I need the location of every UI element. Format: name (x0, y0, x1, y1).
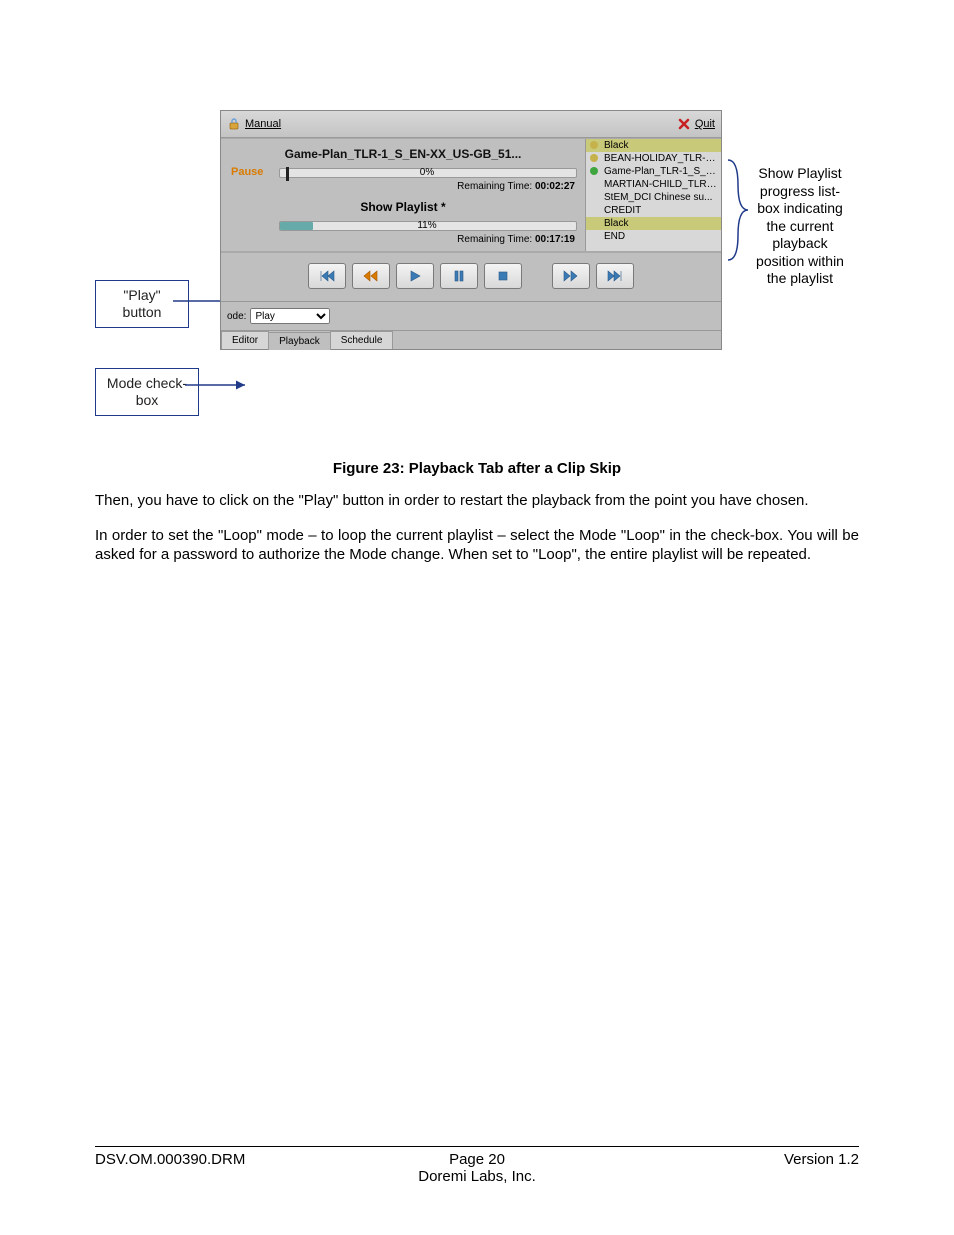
paragraph-1: Then, you have to click on the "Play" bu… (95, 491, 859, 511)
clip-title: Game-Plan_TLR-1_S_EN-XX_US-GB_51... (231, 147, 575, 161)
progress-pane: Game-Plan_TLR-1_S_EN-XX_US-GB_51... Paus… (221, 139, 585, 251)
lock-icon (227, 117, 241, 131)
list-item[interactable]: Black (586, 139, 721, 152)
skip-back-button[interactable] (308, 263, 346, 289)
list-item[interactable]: CREDIT (586, 204, 721, 217)
tab-editor[interactable]: Editor (221, 331, 269, 349)
manual-link[interactable]: Manual (245, 118, 677, 130)
stop-button[interactable] (484, 263, 522, 289)
paragraph-2: In order to set the "Loop" mode – to loo… (95, 526, 859, 565)
transport-bar (221, 252, 721, 301)
clip-progress-pct: 0% (420, 167, 434, 178)
status-label: Pause (231, 166, 279, 178)
figure-23: "Play" button Mode check-box Show Playli… (95, 110, 859, 440)
play-button[interactable] (396, 263, 434, 289)
skip-forward-button[interactable] (596, 263, 634, 289)
list-item[interactable]: Game-Plan_TLR-1_S_E... (586, 165, 721, 178)
playlist-listbox[interactable]: BlackBEAN-HOLIDAY_TLR-1R...Game-Plan_TLR… (585, 139, 721, 251)
list-item[interactable]: END (586, 230, 721, 243)
clip-remaining: Remaining Time: 00:02:27 (231, 181, 575, 192)
list-item[interactable]: StEM_DCI Chinese su... (586, 191, 721, 204)
callout-play-button: "Play" button (95, 280, 189, 328)
playback-window: Manual Quit Game-Plan_TLR-1_S_EN-XX_US-G… (220, 110, 722, 350)
fast-forward-button[interactable] (552, 263, 590, 289)
footer-center: Page 20Doremi Labs, Inc. (350, 1151, 605, 1185)
mode-label: ode: (227, 311, 246, 322)
list-item[interactable]: Black (586, 217, 721, 230)
brace-icon (723, 155, 753, 265)
mode-select[interactable]: Play (250, 308, 330, 324)
page-footer: DSV.OM.000390.DRM Page 20Doremi Labs, In… (95, 1146, 859, 1185)
figure-caption: Figure 23: Playback Tab after a Clip Ski… (95, 460, 859, 477)
callout-mode-checkbox: Mode check-box (95, 368, 199, 416)
footer-right: Version 1.2 (604, 1151, 859, 1185)
pause-button[interactable] (440, 263, 478, 289)
list-item[interactable]: MARTIAN-CHILD_TLR-1... (586, 178, 721, 191)
show-remaining: Remaining Time: 00:17:19 (231, 234, 575, 245)
rewind-button[interactable] (352, 263, 390, 289)
tab-playback[interactable]: Playback (268, 332, 331, 350)
close-icon[interactable] (677, 117, 691, 131)
show-title: Show Playlist * (231, 200, 575, 214)
show-progress-pct: 11% (417, 220, 436, 231)
tab-bar: EditorPlaybackSchedule (221, 330, 721, 349)
clip-progress[interactable]: 0% (279, 165, 575, 179)
titlebar: Manual Quit (221, 111, 721, 138)
list-item[interactable]: BEAN-HOLIDAY_TLR-1R... (586, 152, 721, 165)
mode-row: ode: Play (221, 301, 721, 330)
footer-left: DSV.OM.000390.DRM (95, 1151, 350, 1185)
quit-link[interactable]: Quit (695, 118, 715, 130)
show-progress[interactable]: 11% (279, 218, 575, 232)
callout-playlist-listbox: Show Playlist progress list-box indicati… (755, 165, 845, 288)
tab-schedule[interactable]: Schedule (330, 331, 394, 349)
